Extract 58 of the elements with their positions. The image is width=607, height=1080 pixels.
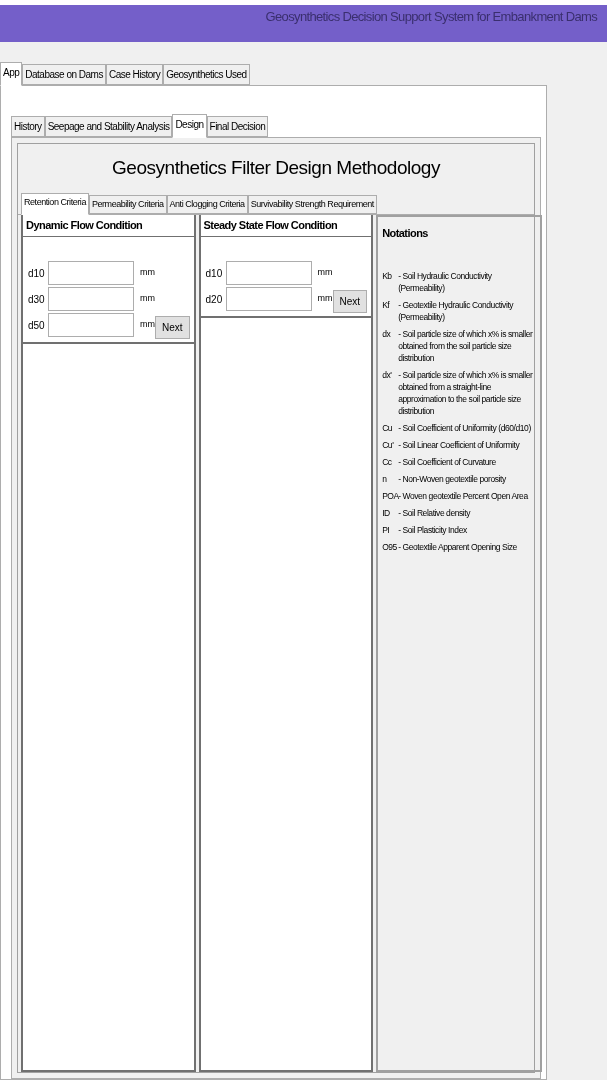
notation-symbol: dx' <box>382 368 393 382</box>
notation-text: - Woven geotextile Percent Open Area <box>398 489 529 502</box>
notation-text: - Geotextile Apparent Opening Size <box>398 540 518 553</box>
notation-symbol: O95 <box>382 540 398 553</box>
input-field[interactable] <box>48 287 134 311</box>
notation-text: - Soil particle size of which x% is smaller obtained from a straight-line approximation to the soil particle size distribution <box>398 368 534 417</box>
tab[interactable]: Anti Clogging Criteria <box>166 194 248 214</box>
notation-text: - Soil Plasticity Index <box>398 523 468 536</box>
field-label: d30 <box>28 292 44 307</box>
tab[interactable]: Geosynthetics Used <box>163 64 250 85</box>
notations-title: Notations <box>382 226 429 241</box>
tab[interactable]: Database on Dams <box>22 64 106 85</box>
notation-text: - Soil Coefficient of Curvature <box>398 455 497 468</box>
unit-label: mm <box>317 292 333 306</box>
notation-text: - Soil Relative density <box>398 506 472 519</box>
input-field[interactable] <box>48 261 134 285</box>
notation-text: - Geotextile Hydraulic Conductivity (Permeability) <box>398 298 515 323</box>
notation-symbol: Cc <box>382 455 393 468</box>
notation-symbol: ID <box>382 506 391 519</box>
unit-label: mm <box>140 292 155 306</box>
tab[interactable]: Final Decision <box>206 116 269 137</box>
notation-text: - Soil Linear Coefficient of Uniformity <box>398 438 521 451</box>
heading: Geosynthetics Filter Design Methodology <box>112 156 440 180</box>
tab[interactable]: Survivability Strength Requirement <box>247 194 377 214</box>
unit-label: mm <box>317 266 333 280</box>
notation-text: - Non-Woven geotextile porosity <box>398 472 507 485</box>
window-title: Geosynthetics Decision Support System for Embankment Dams <box>265 8 597 26</box>
notation-text: - Soil Hydraulic Conductivity (Permeability) <box>398 269 493 294</box>
notation-symbol: Kf <box>382 298 391 312</box>
panel-title: Steady State Flow Condition <box>203 218 338 234</box>
notation-symbol: PI <box>382 523 391 536</box>
field-label: d50 <box>28 318 44 333</box>
notation-symbol: Kb <box>382 269 393 283</box>
tab[interactable]: Permeability Criteria <box>88 194 167 214</box>
tab[interactable]: Design <box>172 114 207 138</box>
tab[interactable]: History <box>11 116 45 137</box>
next-button[interactable]: Next <box>155 316 190 339</box>
field-label: d20 <box>205 292 222 307</box>
notation-symbol: POA <box>382 489 399 502</box>
tab[interactable]: Retention Criteria <box>21 192 89 215</box>
field-label: d10 <box>205 266 222 281</box>
tab[interactable]: Seepage and Stability Analysis <box>44 116 173 137</box>
tab[interactable]: App <box>0 62 23 86</box>
notation-text: - Soil Coefficient of Uniformity (d60/d10) <box>398 421 532 434</box>
input-field[interactable] <box>225 287 312 311</box>
notation-symbol: Cu' <box>382 438 395 451</box>
notation-symbol: n <box>382 472 388 485</box>
notation-text: - Soil particle size of which x% is smaller obtained from the soil particle size distribution <box>398 327 534 364</box>
field-label: d10 <box>28 266 44 281</box>
notation-symbol: dx <box>382 327 392 341</box>
next-button[interactable]: Next <box>332 290 368 313</box>
input-field[interactable] <box>48 313 134 337</box>
unit-label: mm <box>140 318 155 332</box>
unit-label: mm <box>140 266 155 280</box>
tab[interactable]: Case History <box>105 64 164 85</box>
panel-title: Dynamic Flow Condition <box>26 218 143 234</box>
notation-symbol: Cu <box>382 421 394 434</box>
input-field[interactable] <box>225 261 312 285</box>
